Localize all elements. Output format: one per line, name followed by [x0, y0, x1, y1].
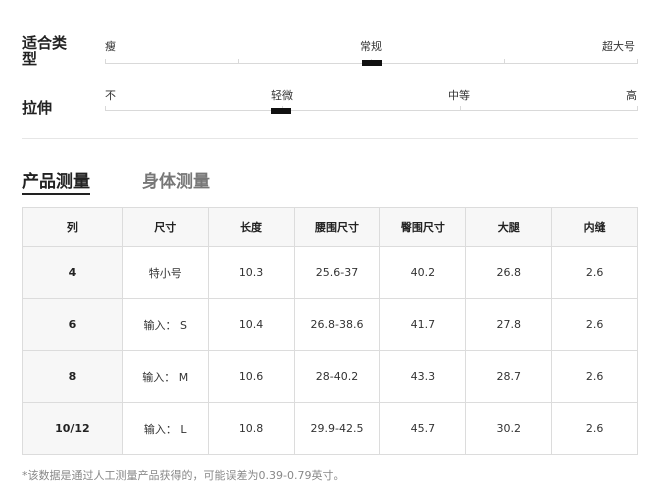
fit-scale-notch [238, 59, 239, 64]
size-table: 列 尺寸 长度 腰围尺寸 臀围尺寸 大腿 内缝 4 特小号 10.3 25.6-… [22, 207, 638, 455]
fit-scale-notch [504, 59, 505, 64]
table-cell: 输入： L [121, 402, 209, 455]
table-cell: 45.7 [379, 402, 467, 455]
table-cell: 41.7 [379, 298, 467, 351]
table-row: 10/12 输入： L 10.8 29.9-42.5 45.7 30.2 2.6 [22, 402, 638, 455]
tab-product-measurements[interactable]: 产品测量 [22, 167, 90, 195]
table-cell: 4 [22, 246, 123, 299]
table-cell: 特小号 [121, 246, 209, 299]
column-header: 长度 [207, 207, 295, 247]
table-row: 4 特小号 10.3 25.6-37 40.2 26.8 2.6 [22, 246, 638, 299]
stretch-tick-high: 高 [626, 89, 637, 102]
column-header: 内缝 [551, 207, 638, 247]
table-row: 8 输入： M 10.6 28-40.2 43.3 28.7 2.6 [22, 350, 638, 403]
stretch-label: 拉伸 [22, 99, 53, 117]
tab-body-measurements[interactable]: 身体测量 [142, 167, 210, 192]
table-cell: 2.6 [551, 246, 638, 299]
stretch-scale-notch [105, 106, 106, 111]
stretch-tick-none: 不 [105, 89, 116, 102]
table-cell: 10.3 [207, 246, 295, 299]
column-header: 大腿 [465, 207, 553, 247]
table-cell: 10/12 [22, 402, 123, 455]
table-cell: 28.7 [465, 350, 553, 403]
table-cell: 26.8-38.6 [293, 298, 381, 351]
table-cell: 28-40.2 [293, 350, 381, 403]
column-header: 尺寸 [121, 207, 209, 247]
table-cell: 10.8 [207, 402, 295, 455]
table-cell: 29.9-42.5 [293, 402, 381, 455]
fit-tick-oversized: 超大号 [602, 40, 635, 53]
column-header: 臀围尺寸 [379, 207, 467, 247]
fit-tick-slim: 瘦 [105, 40, 116, 53]
table-cell: 27.8 [465, 298, 553, 351]
stretch-tick-medium: 中等 [448, 89, 470, 102]
stretch-level-marker [270, 108, 291, 114]
table-cell: 30.2 [465, 402, 553, 455]
measurement-disclaimer: *该数据是通过人工测量产品获得的，可能误差为0.39-0.79英寸。 [22, 469, 345, 482]
table-row: 6 输入： S 10.4 26.8-38.6 41.7 27.8 2.6 [22, 298, 638, 351]
table-cell: 10.4 [207, 298, 295, 351]
stretch-scale-notch [637, 106, 638, 111]
fit-scale-notch [105, 59, 106, 64]
column-header: 列 [22, 207, 123, 247]
section-divider [22, 138, 638, 139]
table-cell: 8 [22, 350, 123, 403]
stretch-tick-slight: 轻微 [271, 89, 293, 102]
table-cell: 10.6 [207, 350, 295, 403]
column-header: 腰围尺寸 [293, 207, 381, 247]
table-cell: 6 [22, 298, 123, 351]
table-cell: 输入： M [121, 350, 209, 403]
table-cell: 43.3 [379, 350, 467, 403]
table-header-row: 列 尺寸 长度 腰围尺寸 臀围尺寸 大腿 内缝 [22, 207, 638, 247]
fit-scale-notch [637, 59, 638, 64]
table-cell: 25.6-37 [293, 246, 381, 299]
table-cell: 40.2 [379, 246, 467, 299]
table-cell: 26.8 [465, 246, 553, 299]
fit-level-marker [361, 60, 382, 66]
fit-tick-regular: 常规 [360, 40, 382, 53]
stretch-scale-notch [460, 106, 461, 111]
table-cell: 2.6 [551, 350, 638, 403]
table-cell: 2.6 [551, 298, 638, 351]
table-cell: 输入： S [121, 298, 209, 351]
table-cell: 2.6 [551, 402, 638, 455]
stretch-scale-line [105, 110, 638, 111]
fit-type-label: 适合类型 [22, 34, 68, 68]
